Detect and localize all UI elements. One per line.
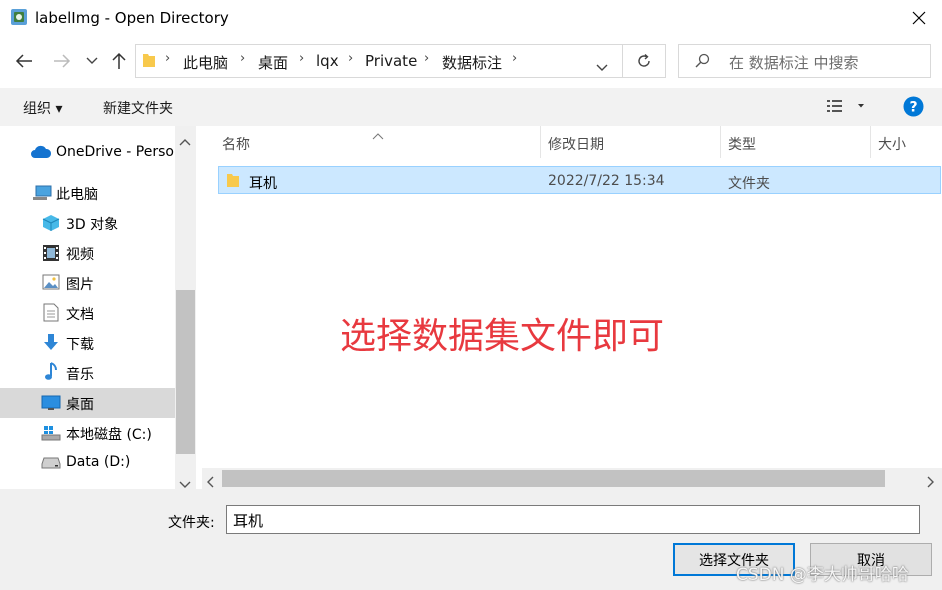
watermark: CSDN @李大帅哥哈哈 — [736, 565, 909, 585]
close-icon — [912, 11, 926, 25]
download-icon — [44, 334, 58, 350]
document-icon — [43, 303, 59, 322]
cube-icon — [42, 215, 60, 231]
breadcrumb-desktop[interactable]: 桌面 — [258, 52, 288, 73]
column-header-modified[interactable]: 修改日期 — [548, 134, 604, 154]
nav-item-label: 本地磁盘 (C:) — [66, 427, 152, 443]
file-type: 文件夹 — [728, 176, 770, 192]
nav-item-label: 桌面 — [66, 397, 94, 413]
breadcrumb-separator: › — [348, 51, 354, 66]
arrow-left-icon — [15, 54, 32, 68]
chevron-right-icon — [927, 476, 934, 488]
nav-item-label: OneDrive - Perso — [56, 144, 174, 160]
picture-icon — [42, 274, 60, 290]
chevron-left-icon — [207, 476, 214, 488]
forward-button[interactable] — [50, 49, 74, 73]
labelimg-app-icon — [10, 8, 28, 26]
nav-item-data-d[interactable]: Data (D:) — [0, 448, 175, 478]
windows-drive-icon — [41, 426, 61, 441]
nav-item-music[interactable]: 音乐 — [0, 358, 175, 388]
chevron-down-icon — [596, 64, 608, 71]
refresh-icon — [638, 53, 650, 67]
up-button[interactable] — [107, 49, 131, 73]
file-modified: 2022/7/22 15:34 — [548, 173, 665, 189]
nav-item-label: 图片 — [66, 277, 94, 293]
chevron-down-icon — [86, 57, 98, 64]
folder-icon — [226, 172, 240, 192]
nav-item-label: 音乐 — [66, 367, 94, 383]
nav-item-pictures[interactable]: 图片 — [0, 268, 175, 298]
folder-name-input[interactable]: 耳机 — [226, 505, 920, 534]
chevron-up-icon — [179, 139, 191, 146]
close-button[interactable] — [896, 0, 942, 36]
scrollbar-thumb[interactable] — [176, 290, 195, 454]
arrow-up-icon — [112, 52, 126, 69]
nav-item-this-pc[interactable]: 此电脑 — [0, 178, 175, 208]
window-title: labelImg - Open Directory — [35, 9, 229, 27]
nav-item-videos[interactable]: 视频 — [0, 238, 175, 268]
arrow-right-icon — [54, 54, 71, 68]
nav-item-label: 3D 对象 — [66, 217, 119, 233]
svg-text:?: ? — [909, 100, 917, 116]
nav-item-downloads[interactable]: 下载 — [0, 328, 175, 358]
nav-item-3d-objects[interactable]: 3D 对象 — [0, 208, 175, 238]
help-icon: ? — [903, 96, 924, 117]
computer-icon — [33, 185, 52, 200]
column-divider[interactable] — [540, 126, 541, 158]
breadcrumb-private[interactable]: Private — [365, 52, 417, 70]
breadcrumb-this-pc[interactable]: 此电脑 — [183, 52, 228, 73]
breadcrumb-lqx[interactable]: lqx — [316, 52, 339, 70]
scroll-up-arrow[interactable] — [179, 131, 191, 150]
chevron-down-icon — [179, 481, 191, 488]
nav-item-desktop[interactable]: 桌面 — [0, 388, 175, 418]
nav-item-label: 文档 — [66, 307, 94, 323]
nav-item-onedrive[interactable]: OneDrive - Perso — [0, 138, 175, 168]
address-dropdown-button[interactable] — [596, 57, 608, 76]
cloud-icon — [31, 145, 52, 158]
recent-locations-button[interactable] — [82, 49, 102, 73]
column-header-name[interactable]: 名称 — [222, 134, 250, 154]
column-header-size[interactable]: 大小 — [878, 134, 906, 154]
nav-item-local-disk-c[interactable]: 本地磁盘 (C:) — [0, 418, 175, 448]
breadcrumb-current[interactable]: 数据标注 — [442, 52, 502, 73]
music-icon — [45, 362, 57, 380]
drive-icon — [41, 457, 61, 469]
search-placeholder: 在 数据标注 中搜索 — [729, 54, 859, 72]
new-folder-button[interactable]: 新建文件夹 — [103, 98, 173, 118]
sort-ascending-icon — [372, 125, 384, 144]
view-options-button[interactable] — [826, 98, 866, 118]
breadcrumb-separator: › — [512, 51, 518, 66]
breadcrumb-separator: › — [424, 51, 430, 66]
breadcrumb-separator: › — [299, 51, 305, 66]
list-view-icon — [827, 100, 864, 112]
file-name: 耳机 — [249, 176, 277, 192]
desktop-icon — [41, 395, 61, 410]
help-button[interactable]: ? — [903, 96, 924, 121]
nav-item-label: Data (D:) — [66, 454, 131, 470]
film-icon — [43, 245, 59, 261]
folder-field-label: 文件夹: — [168, 515, 215, 531]
folder-icon — [142, 52, 156, 72]
nav-item-documents[interactable]: 文档 — [0, 298, 175, 328]
back-button[interactable] — [12, 49, 36, 73]
search-icon — [694, 53, 710, 73]
refresh-button[interactable] — [623, 44, 666, 78]
breadcrumb-separator: › — [165, 51, 171, 66]
nav-item-label: 下载 — [66, 337, 94, 353]
nav-item-label: 此电脑 — [56, 187, 98, 203]
column-divider[interactable] — [720, 126, 721, 158]
annotation-text: 选择数据集文件即可 — [340, 316, 665, 357]
organize-button[interactable]: 组织 ▾ — [23, 98, 62, 118]
column-header-type[interactable]: 类型 — [728, 134, 756, 154]
breadcrumb-separator: › — [240, 51, 246, 66]
scrollbar-thumb[interactable] — [222, 470, 885, 487]
column-divider[interactable] — [870, 126, 871, 158]
nav-item-label: 视频 — [66, 247, 94, 263]
